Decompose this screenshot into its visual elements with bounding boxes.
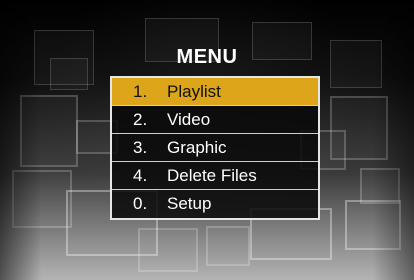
background-square (12, 170, 72, 228)
menu-title: MENU (176, 46, 238, 68)
background-square (345, 200, 401, 250)
background-square (138, 228, 198, 272)
menu-item-label: Setup (167, 194, 212, 213)
menu-item-delete-files[interactable]: 4. Delete Files (112, 162, 318, 190)
menu-item-number: 3. (133, 138, 148, 157)
menu-item-number: 2. (133, 110, 148, 129)
menu-item-graphic[interactable]: 3. Graphic (112, 134, 318, 162)
menu-item-playlist[interactable]: 1. Playlist (112, 78, 318, 106)
background-square (360, 168, 400, 204)
menu-item-label: Graphic (167, 138, 227, 157)
menu-item-number: 0. (133, 194, 148, 213)
menu-item-label: Delete Files (167, 166, 257, 185)
menu-item-number: 1. (133, 82, 148, 101)
menu-item-number: 4. (133, 166, 148, 185)
menu-item-label: Video (167, 110, 211, 129)
menu-item-label: Playlist (167, 82, 221, 101)
background-square (206, 226, 250, 266)
menu-item-setup[interactable]: 0. Setup (112, 190, 318, 218)
main-menu: 1. Playlist 2. Video 3. Graphic 4. Delet… (110, 76, 320, 220)
background-square (20, 95, 78, 167)
menu-item-video[interactable]: 2. Video (112, 106, 318, 134)
